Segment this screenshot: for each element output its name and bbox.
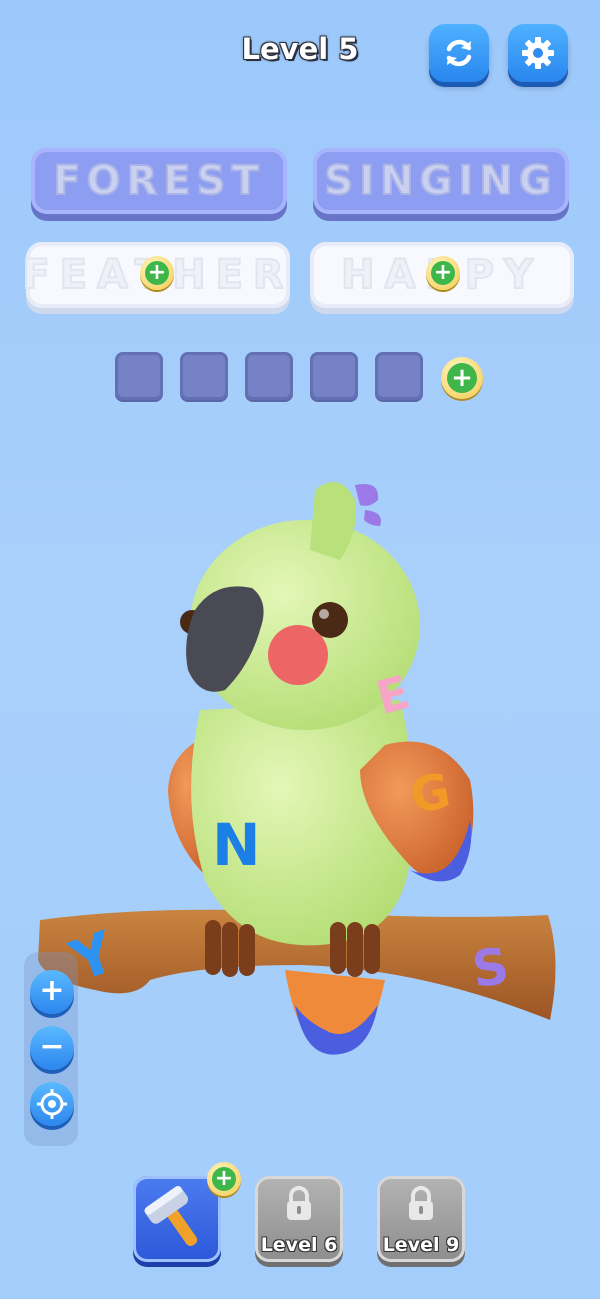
- letter-slot[interactable]: [375, 352, 423, 400]
- plus-icon: +: [212, 1167, 236, 1191]
- plus-icon: +: [431, 261, 455, 285]
- target-icon: [37, 1089, 67, 1119]
- restart-button[interactable]: [429, 24, 489, 82]
- word-text: SINGING: [323, 157, 558, 205]
- word-text: FOREST: [52, 157, 265, 205]
- cheek: [268, 625, 328, 685]
- level-9-button[interactable]: Level 9: [377, 1176, 465, 1262]
- word-card-singing: SINGING: [313, 148, 569, 214]
- word-card-forest: FOREST: [31, 148, 287, 214]
- parrot-model[interactable]: E G N Y S: [0, 460, 600, 1080]
- letter-slot[interactable]: [310, 352, 358, 400]
- add-hammer-button[interactable]: +: [207, 1162, 241, 1196]
- left-foot: [205, 920, 255, 977]
- lock-icon: [287, 1186, 311, 1220]
- hammer-icon: [144, 1186, 198, 1247]
- recenter-button[interactable]: [30, 1082, 74, 1126]
- letter-slot[interactable]: [115, 352, 163, 400]
- zoom-in-button[interactable]: +: [30, 970, 74, 1014]
- model-letter: N: [212, 811, 261, 879]
- zoom-out-button[interactable]: −: [30, 1026, 74, 1070]
- hammer-tool-button[interactable]: [133, 1176, 221, 1262]
- letter-slot[interactable]: [245, 352, 293, 400]
- plus-icon: +: [447, 363, 477, 393]
- level-label: Level 9: [382, 1234, 460, 1256]
- plus-icon: +: [145, 261, 169, 285]
- hint-plus-button[interactable]: +: [426, 256, 460, 290]
- lock-icon: [409, 1186, 433, 1220]
- letter-slot[interactable]: [180, 352, 228, 400]
- level-label: Level 6: [260, 1234, 338, 1256]
- add-slot-button[interactable]: +: [441, 357, 483, 399]
- settings-button[interactable]: [508, 24, 568, 82]
- refresh-icon: [446, 39, 472, 67]
- gear-icon: [522, 37, 554, 69]
- right-foot: [330, 922, 380, 977]
- hint-plus-button[interactable]: +: [140, 256, 174, 290]
- level-6-button[interactable]: Level 6: [255, 1176, 343, 1262]
